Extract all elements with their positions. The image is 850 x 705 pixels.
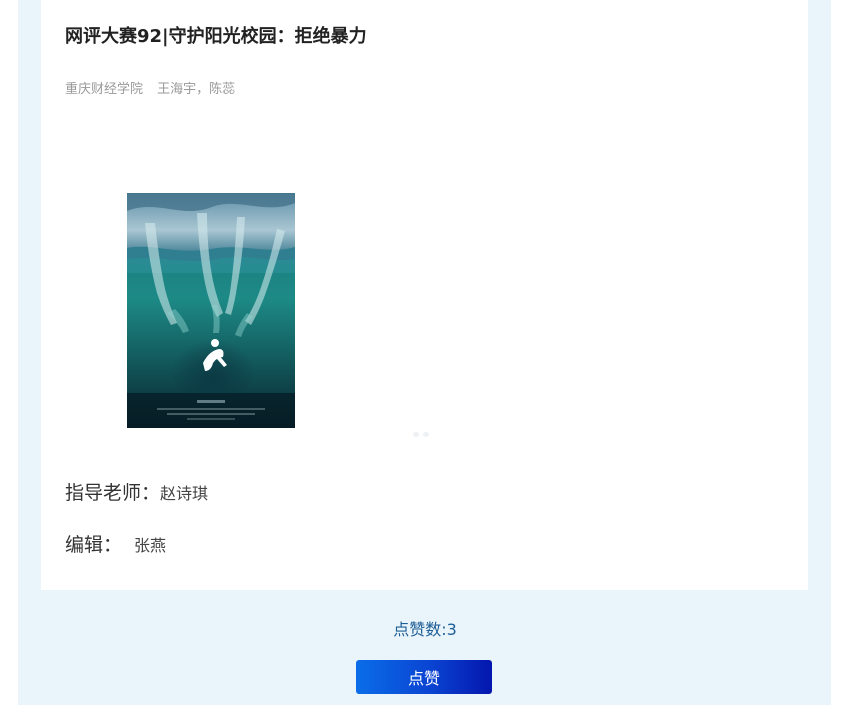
author-names: 王海宇，陈蕊 [157, 82, 236, 97]
carousel-dot[interactable] [423, 432, 429, 437]
editor-row: 编辑： 张燕 [65, 530, 166, 557]
carousel-dots[interactable] [413, 432, 429, 437]
poster-image[interactable] [127, 193, 295, 428]
carousel-dot[interactable] [413, 432, 419, 437]
article-meta: 重庆财经学院 王海宇，陈蕊 [65, 78, 245, 97]
article-title: 网评大赛92|守护阳光校园：拒绝暴力 [65, 26, 367, 47]
advisor-label: 指导老师： [65, 482, 161, 504]
advisor-row: 指导老师：赵诗琪 [65, 478, 208, 505]
poster-illustration [127, 193, 295, 428]
editor-name: 张燕 [134, 536, 167, 555]
editor-label: 编辑： [65, 534, 123, 556]
like-count: 点赞数:3 [393, 620, 457, 639]
advisor-name: 赵诗琪 [160, 484, 209, 503]
author-school: 重庆财经学院 [65, 82, 144, 97]
like-button[interactable]: 点赞 [356, 660, 492, 694]
